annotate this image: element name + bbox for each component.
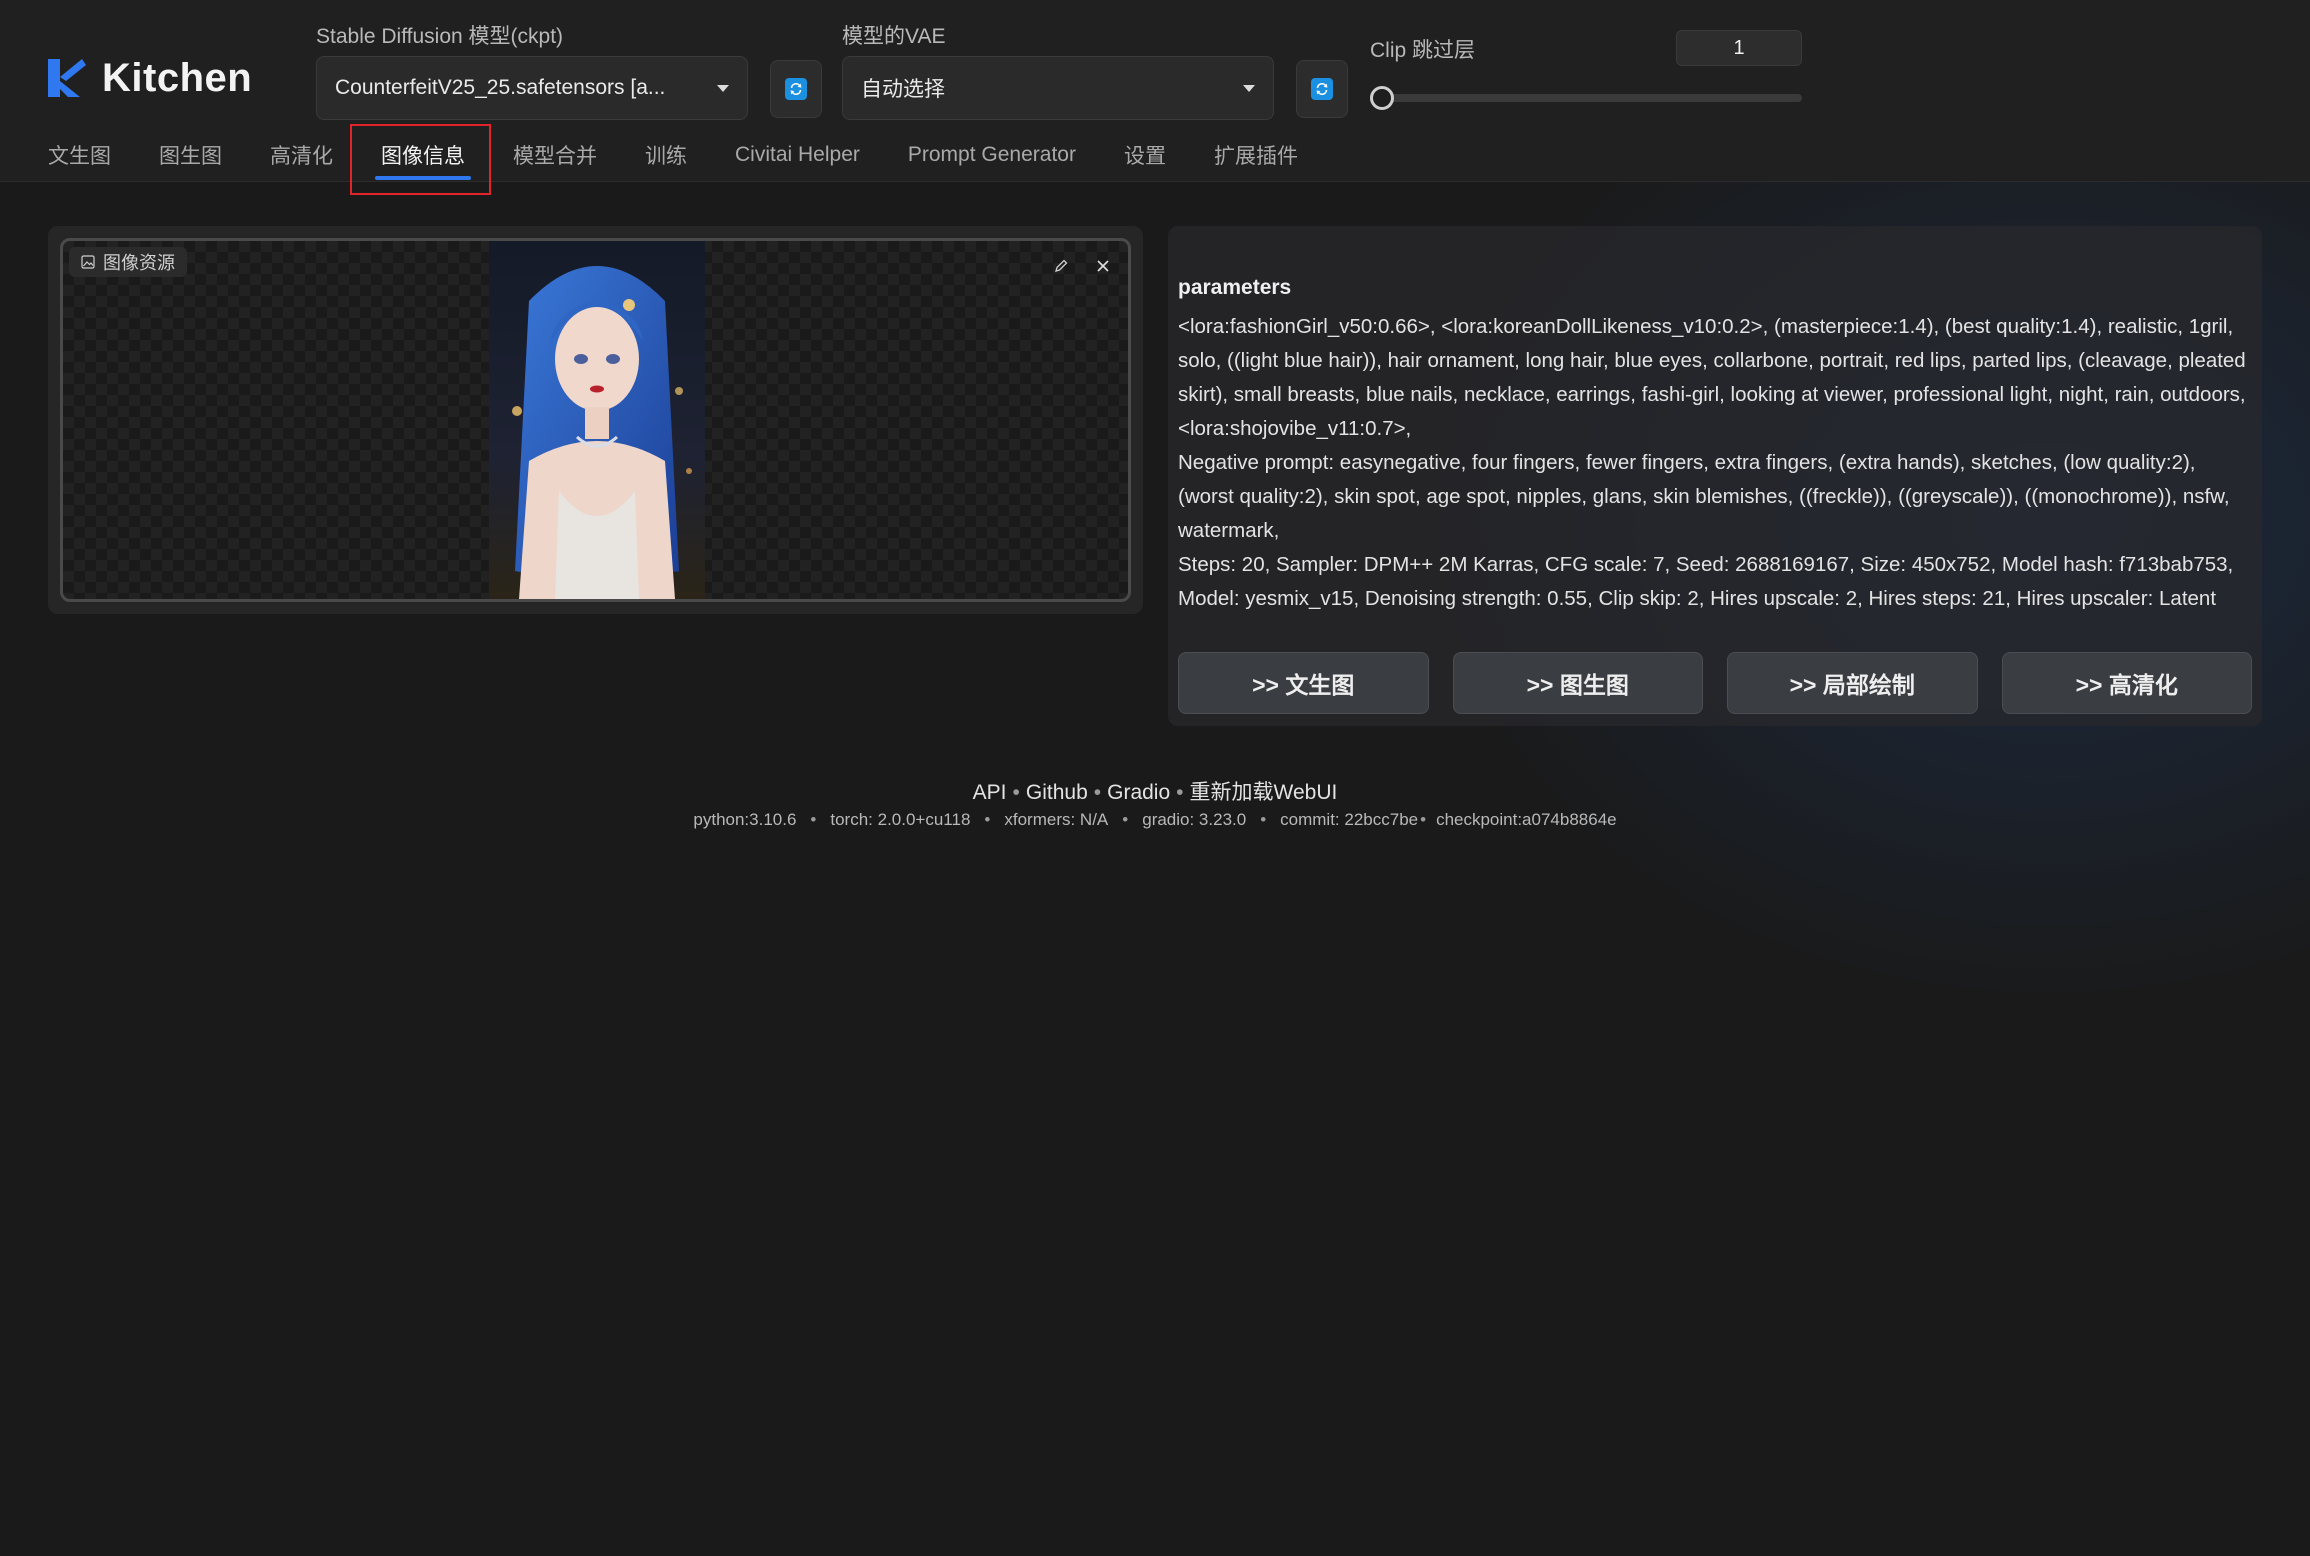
gradio-version: gradio: 3.23.0 <box>1142 810 1247 829</box>
image-source-label: 图像资源 <box>69 247 187 277</box>
commit-hash: commit: 22bcc7be <box>1280 810 1419 829</box>
checkpoint-hash: checkpoint:a074b8864e <box>1436 810 1617 829</box>
model-selector-label: Stable Diffusion 模型(ckpt) <box>316 25 564 48</box>
send-to-inpaint-button[interactable]: >> 局部绘制 <box>1727 652 1978 714</box>
python-version: python:3.10.6 <box>693 810 797 829</box>
negative-prompt-text: Negative prompt: easynegative, four fing… <box>1178 451 2230 542</box>
version-separator: • <box>1420 810 1427 829</box>
send-to-txt2img-button[interactable]: >> 文生图 <box>1178 652 1429 714</box>
torch-version: torch: 2.0.0+cu118 <box>830 810 971 829</box>
clip-skip-label: Clip 跳过层 <box>1370 39 1476 62</box>
xformers-version: xformers: N/A <box>1004 810 1109 829</box>
refresh-vae-button[interactable] <box>1296 60 1348 118</box>
tab-img2img[interactable]: 图生图 <box>143 128 238 182</box>
kitchen-logo-icon <box>48 59 86 97</box>
footer-link-reload-webui[interactable]: 重新加载WebUI <box>1190 781 1338 804</box>
vae-dropdown[interactable]: 自动选择 <box>842 56 1274 120</box>
caret-down-icon <box>717 84 729 92</box>
edit-icon[interactable] <box>1050 255 1072 277</box>
refresh-model-button[interactable] <box>770 60 822 118</box>
brand-name: Kitchen <box>102 55 253 100</box>
footer-versions: python:3.10.6 • torch: 2.0.0+cu118 • xformer… <box>0 810 2310 830</box>
tab-extras[interactable]: 高清化 <box>254 128 349 182</box>
tab-prompt-generator[interactable]: Prompt Generator <box>892 128 1092 182</box>
clip-skip-slider-handle[interactable] <box>1370 86 1394 110</box>
parameters-text: <lora:fashionGirl_v50:0.66>, <lora:korea… <box>1178 310 2252 616</box>
image-actions <box>1050 255 1114 277</box>
refresh-icon <box>1311 78 1333 100</box>
image-icon <box>81 255 95 269</box>
footer-link-gradio[interactable]: Gradio <box>1107 781 1170 804</box>
clip-skip-slider-track[interactable] <box>1370 94 1802 102</box>
footer-links: API • Github • Gradio • 重新加载WebUI <box>0 776 2310 806</box>
tab-txt2img[interactable]: 文生图 <box>32 128 127 182</box>
image-dropzone[interactable]: 图像资源 <box>60 238 1131 602</box>
tab-train[interactable]: 训练 <box>629 128 703 182</box>
footer-link-separator: • <box>1012 781 1020 804</box>
tab-settings[interactable]: 设置 <box>1108 128 1182 182</box>
footer-link-api[interactable]: API <box>973 781 1007 804</box>
tab-civitai-helper[interactable]: Civitai Helper <box>719 128 876 182</box>
tab-checkpoint-merger[interactable]: 模型合并 <box>497 128 613 182</box>
send-to-extras-button[interactable]: >> 高清化 <box>2001 652 2252 714</box>
prompt-text: <lora:fashionGirl_v50:0.66>, <lora:korea… <box>1178 315 2246 440</box>
vae-dropdown-value: 自动选择 <box>861 78 945 101</box>
model-dropdown-value: CounterfeitV25_25.safetensors [a... <box>335 76 666 99</box>
tab-png-info[interactable]: 图像信息 <box>365 128 481 182</box>
parameters-heading: parameters <box>1178 276 1292 299</box>
version-separator: • <box>1122 810 1129 829</box>
main-tabs: 文生图 图生图 高清化 图像信息 模型合并 训练 Civitai Helper … <box>32 128 1330 182</box>
refresh-icon <box>785 78 807 100</box>
image-source-panel: 图像资源 <box>48 226 1143 614</box>
top-header: Kitchen Stable Diffusion 模型(ckpt) Counte… <box>0 0 2310 182</box>
version-separator: • <box>1260 810 1267 829</box>
brand: Kitchen <box>46 56 252 100</box>
version-separator: • <box>984 810 991 829</box>
image-source-label-text: 图像资源 <box>103 253 175 273</box>
generation-settings-text: Steps: 20, Sampler: DPM++ 2M Karras, CFG… <box>1178 553 2234 610</box>
footer-link-separator: • <box>1176 781 1184 804</box>
tab-extensions[interactable]: 扩展插件 <box>1198 128 1314 182</box>
send-to-buttons: >> 文生图 >> 图生图 >> 局部绘制 >> 高清化 <box>1178 652 2252 714</box>
clip-skip-number-input[interactable]: 1 <box>1676 30 1802 66</box>
close-icon[interactable] <box>1092 255 1114 277</box>
caret-down-icon <box>1243 84 1255 92</box>
version-separator: • <box>810 810 817 829</box>
vae-selector-label: 模型的VAE <box>842 25 946 48</box>
footer-link-github[interactable]: Github <box>1026 781 1088 804</box>
uploaded-image <box>489 241 705 599</box>
model-dropdown[interactable]: CounterfeitV25_25.safetensors [a... <box>316 56 748 120</box>
footer-link-separator: • <box>1093 781 1102 804</box>
generation-info-panel: parameters <lora:fashionGirl_v50:0.66>, … <box>1168 226 2262 726</box>
send-to-img2img-button[interactable]: >> 图生图 <box>1452 652 1703 714</box>
